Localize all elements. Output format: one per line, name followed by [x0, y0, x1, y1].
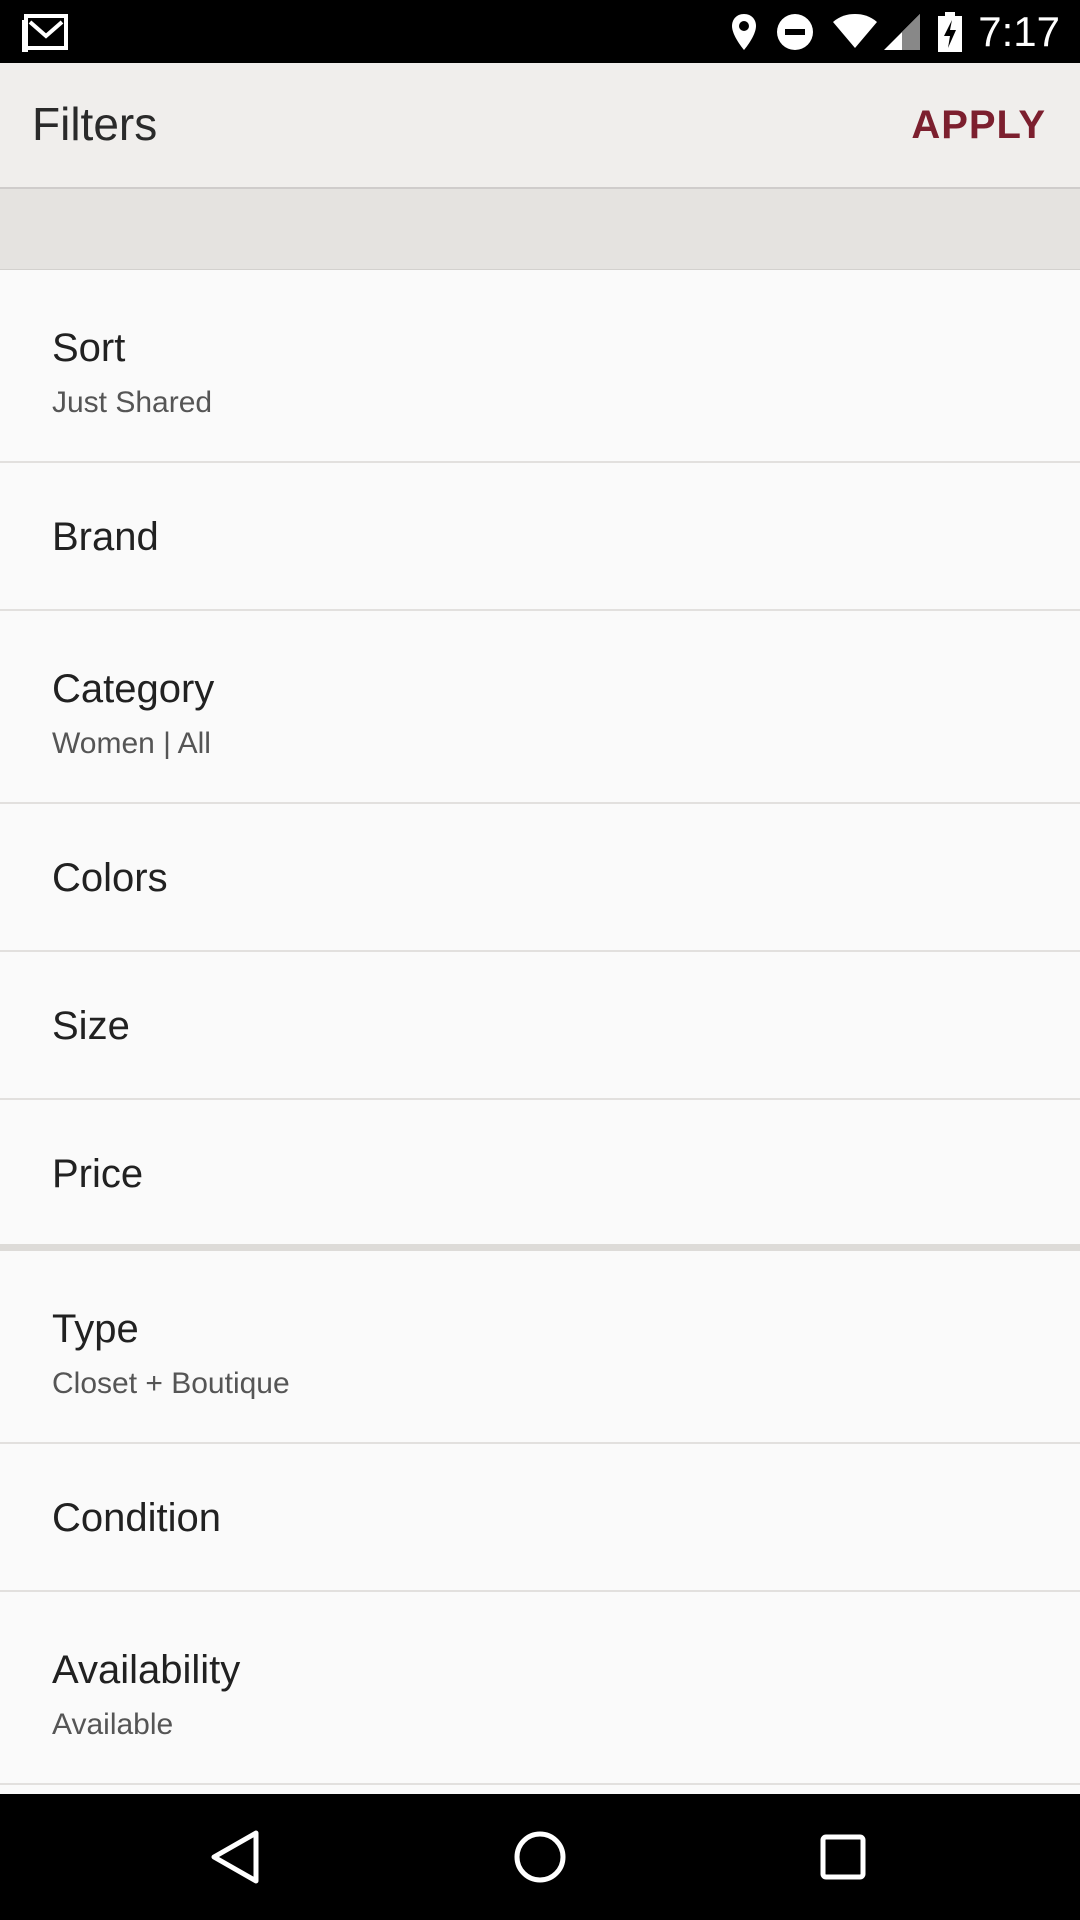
- do-not-disturb-icon: [776, 13, 814, 51]
- filter-size[interactable]: Size: [0, 952, 1080, 1100]
- status-bar: 7:17: [0, 0, 1080, 63]
- filter-value: Closet + Boutique: [52, 1367, 290, 1400]
- filter-label: Type: [52, 1307, 139, 1351]
- page-title: Filters: [32, 98, 158, 150]
- filter-label: Brand: [52, 515, 159, 559]
- filter-category[interactable]: Category Women | All: [0, 611, 1080, 804]
- filter-value: Women | All: [52, 727, 211, 760]
- filter-label: Availability: [52, 1648, 241, 1692]
- wifi-icon: [832, 13, 878, 50]
- status-time: 7:17: [978, 7, 1060, 55]
- app-bar: Filters APPLY: [0, 63, 1080, 189]
- filter-label: Price: [52, 1152, 144, 1196]
- filter-label: Category: [52, 667, 215, 711]
- filter-value: Available: [52, 1708, 174, 1741]
- filter-type[interactable]: Type Closet + Boutique: [0, 1251, 1080, 1444]
- gmail-icon: [22, 12, 72, 52]
- header-banner: [0, 189, 1080, 270]
- filter-label: Size: [52, 1004, 130, 1048]
- filter-brand[interactable]: Brand: [0, 463, 1080, 611]
- navigation-bar: [0, 1794, 1080, 1920]
- apply-button[interactable]: APPLY: [911, 103, 1046, 148]
- filter-list: Sort Just Shared Brand Category Women | …: [0, 270, 1080, 1785]
- filter-price[interactable]: Price: [0, 1100, 1080, 1244]
- home-icon[interactable]: [505, 1822, 575, 1892]
- recents-icon[interactable]: [808, 1822, 878, 1892]
- filters-screen: 7:17 Filters APPLY Sort Just Shared Bran…: [0, 0, 1080, 1920]
- battery-charging-icon: [938, 11, 963, 52]
- filter-value: Just Shared: [52, 386, 213, 419]
- filter-availability[interactable]: Availability Available: [0, 1592, 1080, 1785]
- back-icon[interactable]: [200, 1822, 270, 1892]
- filter-label: Condition: [52, 1496, 222, 1540]
- filter-label: Colors: [52, 856, 168, 900]
- filter-colors[interactable]: Colors: [0, 804, 1080, 952]
- filter-condition[interactable]: Condition: [0, 1444, 1080, 1592]
- section-divider: [0, 1244, 1080, 1251]
- filter-sort[interactable]: Sort Just Shared: [0, 270, 1080, 463]
- signal-icon: [884, 13, 921, 50]
- location-icon: [730, 12, 758, 52]
- filter-label: Sort: [52, 326, 126, 370]
